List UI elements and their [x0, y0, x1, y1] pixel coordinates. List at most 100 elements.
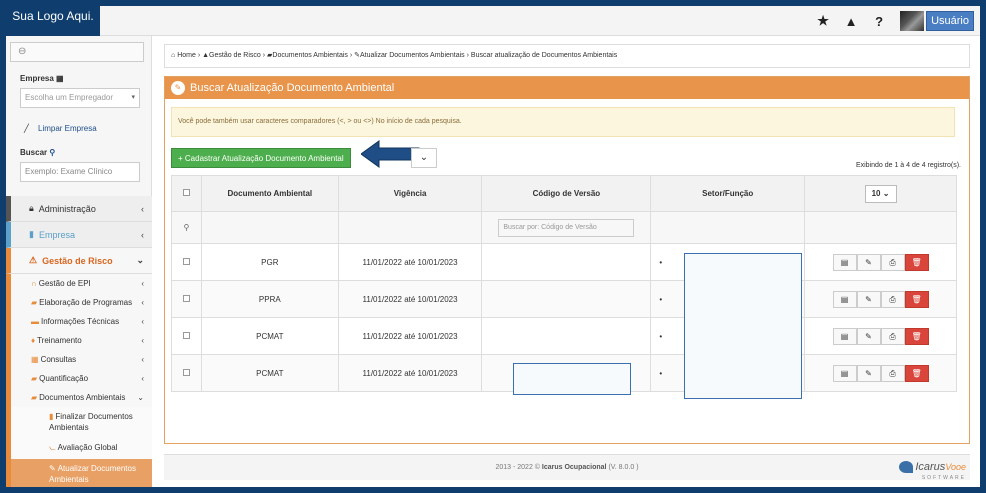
select-all-header — [171, 175, 202, 212]
sidebar-sub-quantificacao[interactable]: ▰ Quantificação ‹ — [6, 369, 152, 388]
chevron-left-icon: ‹ — [141, 355, 144, 364]
sidebar-sub2-avaliacao[interactable]: ⦦ Avaliação Global — [6, 437, 152, 459]
limpar-empresa-link[interactable]: ╱ Limpar Empresa — [24, 124, 97, 133]
breadcrumb-documentos[interactable]: Documentos Ambientais — [272, 52, 347, 59]
trash-icon: 🗑︎ — [911, 368, 922, 378]
sidebar-sub-treinamento[interactable]: ♦ Treinamento ‹ — [6, 331, 152, 350]
setor-highlight-box — [684, 253, 802, 399]
warning-icon[interactable]: ▲ — [844, 14, 858, 29]
search-panel: ✎ Buscar Atualização Documento Ambiental… — [164, 76, 970, 444]
avatar[interactable] — [900, 11, 925, 31]
cell-codigo — [481, 280, 652, 318]
help-icon[interactable]: ? — [872, 14, 886, 29]
breadcrumb-current: Buscar atualização de Documentos Ambient… — [470, 52, 618, 59]
cell-documento: PGR — [200, 243, 339, 281]
sidebar-sub-documentos[interactable]: ▰ Documentos Ambientais ⌄ — [6, 388, 152, 407]
edit-icon: ✎ — [865, 368, 872, 378]
sidebar-sub-elaboracao[interactable]: ▰ Elaboração de Programas ‹ — [6, 293, 152, 312]
edit-button[interactable]: ✎ — [856, 290, 881, 308]
select-all-checkbox[interactable] — [182, 189, 190, 196]
sidebar-sub-consultas[interactable]: ▦ Consultas ‹ — [6, 350, 152, 369]
sidebar-sub2-finalizar[interactable]: ▮ Finalizar Documentos Ambientais — [6, 407, 152, 437]
cell-vigencia: 11/01/2022 até 10/01/2023 — [337, 243, 483, 281]
edit-button[interactable]: ✎ — [856, 253, 881, 271]
chart-icon: ⦦ — [49, 443, 56, 452]
chevron-left-icon: ‹ — [141, 374, 144, 383]
user-button[interactable]: Usuário — [926, 11, 974, 31]
sidebar-sub-informacoes[interactable]: ▬ Informações Técnicas ‹ — [6, 312, 152, 331]
panel-header: ✎ Buscar Atualização Documento Ambiental — [165, 77, 969, 99]
column-header[interactable]: Documento Ambiental — [200, 175, 339, 212]
table-icon: ▦ — [31, 355, 39, 364]
column-header[interactable]: Código de Versão — [481, 175, 652, 212]
search-icon: ⚲ — [49, 148, 56, 157]
print-button[interactable]: ⎙ — [880, 364, 905, 382]
view-button[interactable]: ▤ — [832, 327, 857, 345]
view-button[interactable]: ▤ — [832, 290, 857, 308]
empresa-select[interactable]: Escolha um Empregador ▾ — [20, 88, 140, 108]
book-icon: ▰ — [31, 298, 38, 307]
page-size-select[interactable]: 10 ⌄ — [864, 184, 897, 203]
cell-vigencia: 11/01/2022 até 10/01/2023 — [337, 317, 483, 355]
folder-icon: ▬ — [31, 317, 39, 326]
edit-button[interactable]: ✎ — [856, 327, 881, 345]
breadcrumb-gestao[interactable]: Gestão de Risco — [209, 52, 261, 59]
list-icon: ▤ — [840, 331, 849, 341]
cell-documento: PCMAT — [200, 354, 339, 392]
list-icon: ▤ — [840, 294, 849, 304]
caret-down-icon: ▾ — [131, 94, 135, 101]
row-checkbox[interactable] — [182, 331, 190, 339]
print-button[interactable]: ⎙ — [880, 327, 905, 345]
sidebar-item-empresa[interactable]: ▮ Empresa ‹ — [6, 222, 152, 248]
column-header[interactable]: Vigência — [337, 175, 483, 212]
breadcrumb: ⌂ Home › ▲Gestão de Risco › ▰Documentos … — [164, 44, 970, 68]
broom-icon: ╱ — [24, 124, 29, 133]
sidebar-sub2-atualizar[interactable]: ✎ Atualizar Documentos Ambientais — [6, 459, 152, 487]
codigo-highlight-box — [513, 363, 631, 395]
cell-codigo — [481, 243, 652, 281]
sidebar-sub-gestao-epi[interactable]: ∩ Gestão de EPI ‹ — [6, 274, 152, 293]
edit-icon: ✎ — [49, 464, 56, 473]
print-button[interactable]: ⎙ — [880, 290, 905, 308]
book-icon: ▰ — [31, 374, 38, 383]
sidebar-item-administracao[interactable]: 🔒︎ Administração ‹ — [6, 196, 152, 222]
star-icon[interactable]: ★ — [816, 13, 830, 29]
view-button[interactable]: ▤ — [832, 364, 857, 382]
delete-button[interactable]: 🗑︎ — [904, 290, 929, 308]
logo[interactable]: Sua Logo Aqui. — [6, 6, 100, 36]
building-icon: ▦ — [56, 74, 64, 83]
brand-logo: IcarusVooe SOFTWARE — [899, 458, 966, 481]
chevron-left-icon: ‹ — [141, 279, 144, 288]
top-actions: ★ ▲ ? Usuário — [816, 10, 974, 32]
print-button[interactable]: ⎙ — [880, 253, 905, 271]
back-button[interactable]: ⊖ — [10, 42, 144, 62]
delete-button[interactable]: 🗑︎ — [904, 364, 929, 382]
view-button[interactable]: ▤ — [832, 253, 857, 271]
dropdown-toggle[interactable]: ⌄ — [411, 148, 437, 168]
breadcrumb-home[interactable]: Home — [177, 52, 196, 59]
chevron-down-icon: ⌄ — [136, 255, 144, 265]
chevron-down-icon: ⌄ — [137, 393, 144, 402]
column-header[interactable]: Setor/Função — [650, 175, 806, 212]
delete-button[interactable]: 🗑︎ — [904, 327, 929, 345]
add-atualizacao-button[interactable]: + Cadastrar Atualização Documento Ambien… — [171, 148, 351, 168]
breadcrumb-atualizar[interactable]: Atualizar Documentos Ambientais — [360, 52, 465, 59]
buscar-input[interactable]: Exemplo: Exame Clínico — [20, 162, 140, 182]
edit-button[interactable]: ✎ — [856, 364, 881, 382]
info-alert: Você pode também usar caracteres compara… — [171, 107, 955, 137]
cell-documento: PPRA — [200, 280, 339, 318]
row-checkbox[interactable] — [182, 368, 190, 376]
delete-button[interactable]: 🗑︎ — [904, 253, 929, 271]
buscar-label: Buscar ⚲ — [20, 148, 56, 157]
row-checkbox[interactable] — [182, 257, 190, 265]
chevron-left-icon: ‹ — [141, 203, 144, 214]
cell-codigo — [481, 317, 652, 355]
cell-vigencia: 11/01/2022 até 10/01/2023 — [337, 280, 483, 318]
person-icon: ♦ — [31, 336, 36, 345]
table-row: PPRA 11/01/2022 até 10/01/2023 • ▤ ✎ ⎙ 🗑… — [171, 280, 957, 318]
codigo-versao-filter[interactable]: Buscar por: Código de Versão — [498, 218, 635, 237]
brand-icon — [899, 461, 914, 474]
sidebar-item-gestao-risco[interactable]: ⚠ Gestão de Risco ⌄ — [6, 248, 152, 274]
trash-icon: 🗑︎ — [911, 294, 922, 304]
row-checkbox[interactable] — [182, 294, 190, 302]
